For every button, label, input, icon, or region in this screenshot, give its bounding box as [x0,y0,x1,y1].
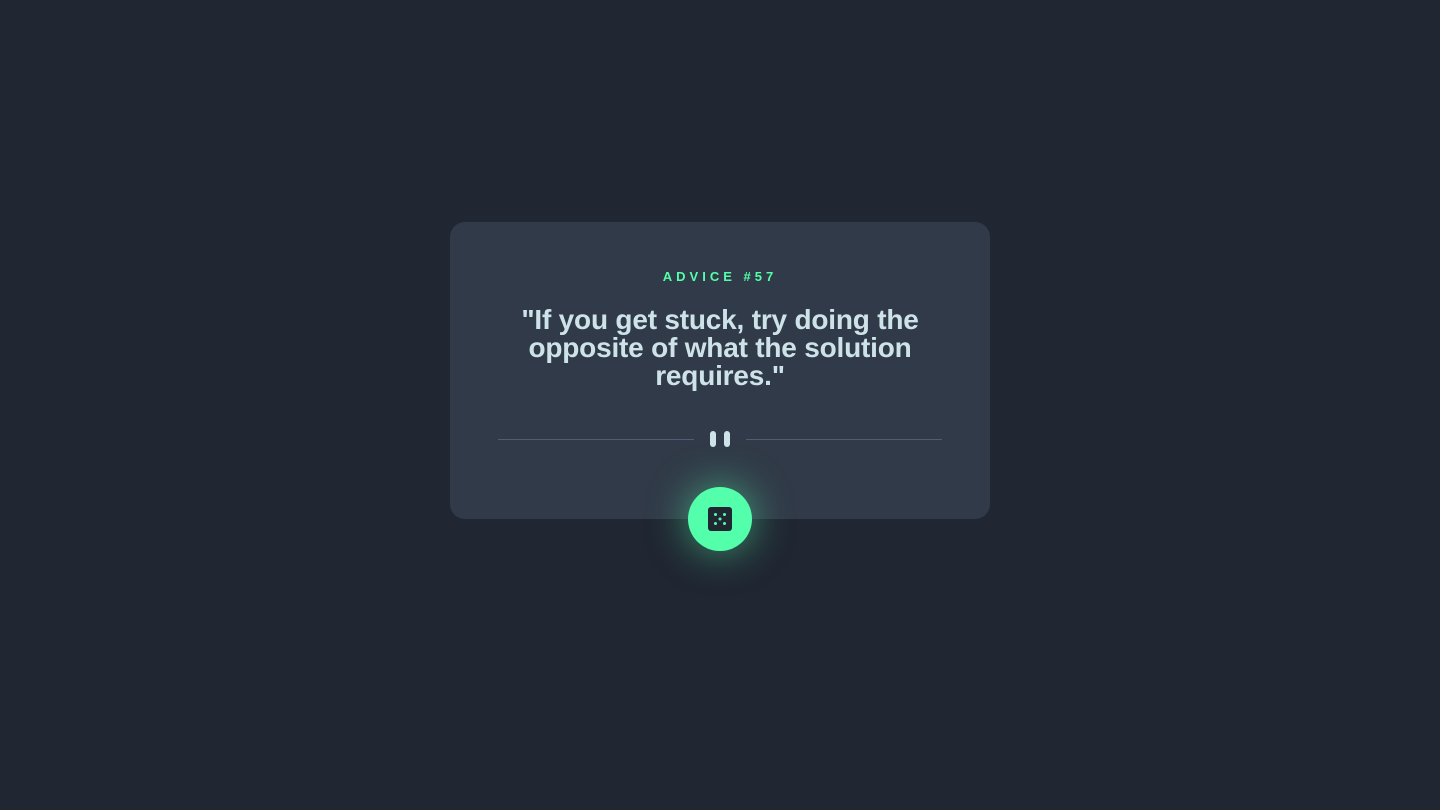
advice-number-label: ADVICE #57 [662,269,778,284]
advice-quote: "If you get stuck, try doing the opposit… [521,304,919,391]
divider-line-right [746,438,942,440]
new-advice-button[interactable] [688,487,752,551]
dice-icon [708,507,732,531]
page: ADVICE #57 "If you get stuck, try doing … [0,0,1440,810]
divider [498,431,942,447]
advice-card: ADVICE #57 "If you get stuck, try doing … [450,222,990,519]
pause-icon [710,431,730,447]
divider-line-left [498,438,694,440]
